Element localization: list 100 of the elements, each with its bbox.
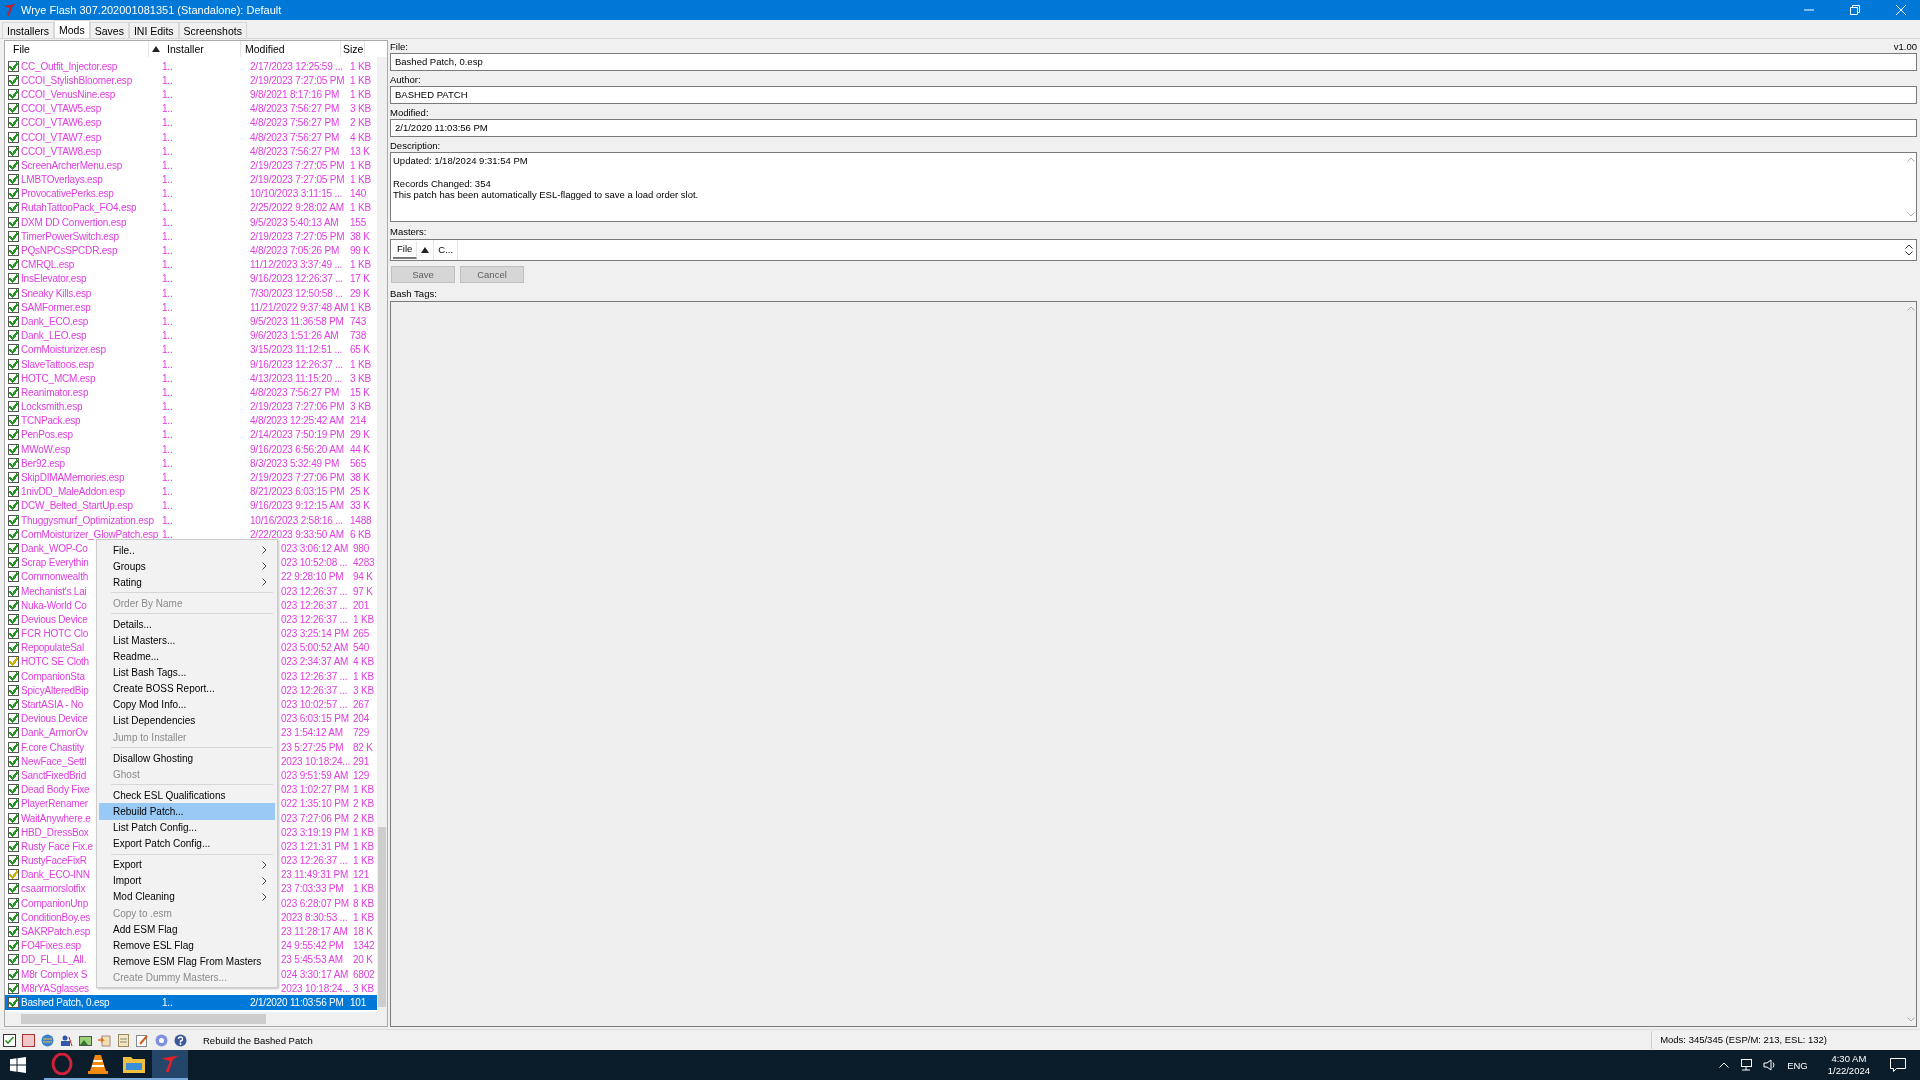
checkbox[interactable]	[8, 826, 19, 838]
menu-item[interactable]: List Bash Tags...	[99, 664, 275, 681]
checkbox[interactable]	[8, 230, 19, 242]
checkbox[interactable]	[8, 131, 19, 143]
checkbox[interactable]	[8, 954, 19, 966]
tab[interactable]: Saves	[89, 22, 129, 38]
checkbox[interactable]	[8, 699, 19, 711]
checkbox[interactable]	[8, 571, 19, 583]
checkbox[interactable]	[8, 315, 19, 327]
checkbox[interactable]	[8, 117, 19, 129]
checkbox[interactable]	[8, 812, 19, 824]
checkbox[interactable]	[8, 883, 19, 895]
checkbox[interactable]	[8, 60, 19, 72]
checkbox[interactable]	[8, 713, 19, 725]
language-indicator[interactable]: ENG	[1787, 1059, 1808, 1071]
clock-time[interactable]: 4:30 AM	[1831, 1053, 1867, 1065]
checkbox[interactable]	[8, 443, 19, 455]
checkbox[interactable]	[8, 74, 19, 86]
sort-arrow-icon[interactable]	[152, 46, 160, 52]
checkbox[interactable]	[8, 216, 19, 228]
author-field[interactable]: BASHED PATCH	[390, 86, 1917, 104]
menu-item[interactable]: Create BOSS Report...	[99, 680, 275, 697]
checkbox[interactable]	[8, 769, 19, 781]
checkbox[interactable]	[8, 840, 19, 852]
sort-arrow-icon[interactable]	[421, 247, 430, 253]
clock-date[interactable]: 1/22/2024	[1827, 1065, 1870, 1077]
checkbox[interactable]	[8, 897, 19, 909]
menu-item[interactable]: Remove ESL Flag	[99, 937, 275, 954]
checkbox[interactable]	[8, 926, 19, 938]
checkbox[interactable]	[8, 145, 19, 157]
checkbox[interactable]	[8, 542, 19, 554]
tab[interactable]: Mods	[54, 20, 90, 38]
people-icon[interactable]	[60, 1033, 73, 1047]
scroll-down-icon[interactable]	[1905, 251, 1913, 256]
globe-icon[interactable]	[41, 1033, 54, 1047]
notification-icon[interactable]	[1890, 1058, 1906, 1072]
checkbox[interactable]	[8, 784, 19, 796]
checkbox[interactable]	[8, 88, 19, 100]
column-header[interactable]: Size	[341, 41, 365, 57]
checkbox[interactable]	[8, 174, 19, 186]
file-field[interactable]: Bashed Patch, 0.esp	[390, 53, 1917, 71]
menu-item[interactable]: Readme...	[99, 648, 275, 665]
document-icon[interactable]	[117, 1033, 130, 1047]
checkbox[interactable]	[8, 996, 19, 1008]
checkbox[interactable]	[8, 429, 19, 441]
help-icon[interactable]	[174, 1033, 187, 1047]
checkbox[interactable]	[8, 287, 19, 299]
menu-item[interactable]: Mod Cleaning	[99, 888, 275, 905]
menu-item[interactable]: Export	[99, 856, 275, 873]
network-icon[interactable]	[1739, 1059, 1754, 1071]
checkbox[interactable]	[8, 401, 19, 413]
scroll-up-icon[interactable]	[1905, 244, 1913, 249]
square-icon[interactable]	[22, 1033, 35, 1047]
modified-field[interactable]: 2/1/2020 11:03:56 PM	[390, 119, 1917, 137]
checkbox[interactable]	[8, 684, 19, 696]
menu-item[interactable]: Check ESL Qualifications	[99, 787, 275, 804]
menu-item[interactable]: List Dependencies	[99, 712, 275, 730]
column-header[interactable]: File	[393, 241, 418, 259]
close-icon[interactable]	[1896, 5, 1906, 15]
volume-icon[interactable]	[1763, 1059, 1778, 1071]
checkbox[interactable]	[8, 415, 19, 427]
checkbox[interactable]	[8, 188, 19, 200]
checkbox[interactable]	[8, 670, 19, 682]
folder-icon[interactable]	[123, 1055, 145, 1073]
gear-icon[interactable]	[155, 1033, 168, 1047]
checkbox[interactable]	[8, 968, 19, 980]
column-header[interactable]: Modified	[241, 41, 341, 57]
tab[interactable]: INI Edits	[128, 22, 179, 38]
checkbox[interactable]	[8, 869, 19, 881]
menu-item[interactable]: Remove ESM Flag From Masters	[99, 953, 275, 970]
checkbox[interactable]	[8, 457, 19, 469]
scrollbar[interactable]	[5, 1012, 387, 1026]
tab[interactable]: Screenshots	[178, 22, 247, 38]
checkbox[interactable]	[8, 103, 19, 115]
checkbox[interactable]	[8, 741, 19, 753]
checkbox[interactable]	[8, 358, 19, 370]
windows-start-icon[interactable]	[10, 1057, 26, 1073]
menu-item[interactable]: Groups	[99, 558, 275, 575]
checkbox[interactable]	[8, 245, 19, 257]
column-header[interactable]: C...	[434, 240, 459, 260]
tab[interactable]: Installers	[2, 22, 54, 38]
checkbox[interactable]	[8, 486, 19, 498]
checkbox[interactable]	[8, 528, 19, 540]
checkbox[interactable]	[8, 911, 19, 923]
checkbox-icon[interactable]	[3, 1033, 16, 1047]
scrollbar[interactable]	[377, 57, 387, 1012]
checkbox[interactable]	[8, 202, 19, 214]
menu-item[interactable]: Export Patch Config...	[99, 835, 275, 852]
checkbox[interactable]	[8, 798, 19, 810]
checkbox[interactable]	[8, 301, 19, 313]
checkbox[interactable]	[8, 755, 19, 767]
checkbox[interactable]	[8, 330, 19, 342]
checkbox[interactable]	[8, 940, 19, 952]
menu-item[interactable]: Disallow Ghosting	[99, 750, 275, 767]
image-icon[interactable]	[79, 1033, 92, 1047]
checkbox[interactable]	[8, 514, 19, 526]
checkbox[interactable]	[8, 656, 19, 668]
column-header[interactable]: Installer	[163, 41, 241, 57]
menu-item[interactable]: List Masters...	[99, 632, 275, 649]
checkbox[interactable]	[8, 982, 19, 994]
